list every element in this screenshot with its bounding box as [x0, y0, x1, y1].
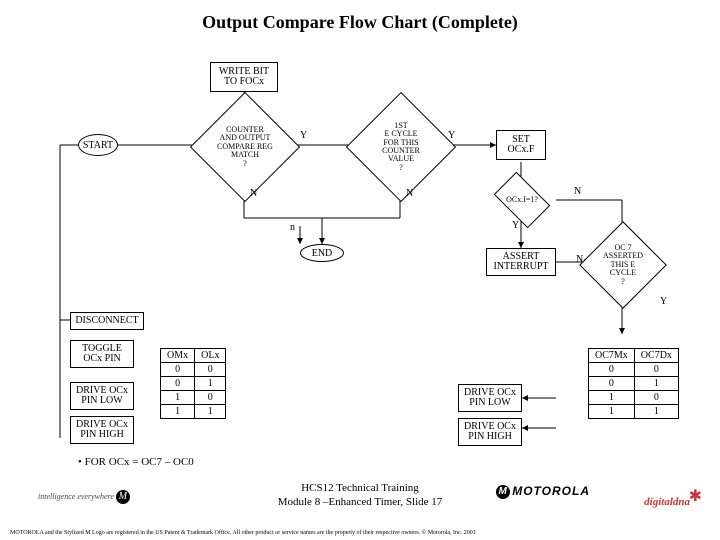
- slide-page: Output Compare Flow Chart (Complete): [0, 0, 720, 540]
- node-write-bit: WRITE BIT TO FOCx: [210, 62, 278, 92]
- asterisk-icon: ✱: [689, 486, 702, 506]
- logo-intelligence-everywhere: intelligence everywhereM: [38, 490, 132, 504]
- node-start: START: [78, 134, 118, 156]
- edge-label-y4: Y: [660, 296, 667, 307]
- table-omx-olx: OMxOLx 00 01 10 11: [160, 348, 226, 419]
- node-counter-match: COUNTER AND OUTPUT COMPARE REG MATCH ?: [206, 108, 284, 186]
- motorola-batwing-icon: M: [116, 490, 130, 504]
- node-drive-low-left: DRIVE OCx PIN LOW: [70, 382, 134, 410]
- motorola-batwing-icon: M: [496, 485, 510, 499]
- node-assert-interrupt: ASSERT INTERRUPT: [486, 248, 556, 276]
- edge-label-y2: Y: [448, 130, 455, 141]
- edge-label-nlow: n: [290, 222, 295, 233]
- bullet-ocx-range: • FOR OCx = OC7 – OC0: [78, 456, 194, 468]
- node-drive-low-right: DRIVE OCx PIN LOW: [458, 384, 522, 412]
- node-set-ocxf: SET OCx.F: [496, 130, 546, 160]
- edge-label-y3: Y: [512, 220, 519, 231]
- edge-label-n3: N: [574, 186, 581, 197]
- footer-legal: MOTOROLA and the Stylized M Logo are reg…: [0, 530, 720, 536]
- node-disconnect: DISCONNECT: [70, 312, 144, 330]
- logo-motorola: MMOTOROLA: [494, 484, 590, 499]
- edge-label-n2: N: [406, 188, 413, 199]
- node-drive-high-right: DRIVE OCx PIN HIGH: [458, 418, 522, 446]
- logo-digitaldna: digitaldna: [644, 496, 690, 508]
- node-toggle-pin: TOGGLE OCx PIN: [70, 340, 134, 368]
- edge-label-n1: N: [250, 188, 257, 199]
- node-drive-high-left: DRIVE OCx PIN HIGH: [70, 416, 134, 444]
- slide-title: Output Compare Flow Chart (Complete): [0, 0, 720, 39]
- node-end: END: [300, 244, 344, 262]
- node-oc7-asserted: OC 7 ASSERTED THIS E CYCLE ?: [592, 234, 654, 296]
- node-ocxi: OCx.I=1?: [498, 184, 546, 216]
- edge-label-y1: Y: [300, 130, 307, 141]
- node-first-cycle: 1ST E CYCLE FOR THIS COUNTER VALUE ?: [362, 108, 440, 186]
- table-oc7mx-oc7dx: OC7MxOC7Dx 00 01 10 11: [588, 348, 679, 419]
- edge-label-n4: N: [576, 254, 583, 265]
